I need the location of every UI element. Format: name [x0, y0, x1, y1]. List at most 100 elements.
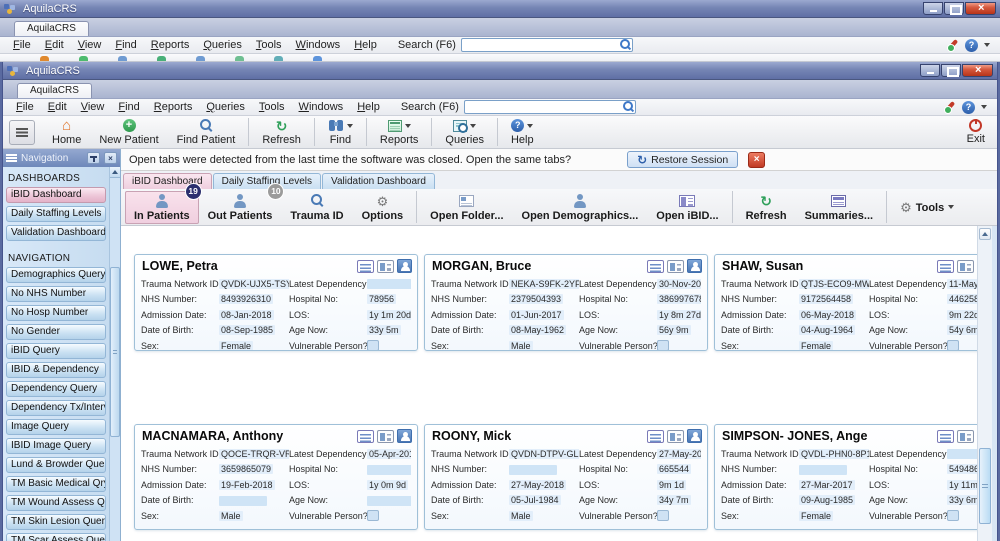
patient-photo-icon[interactable] [687, 259, 702, 273]
ribbon-button-summaries[interactable]: Summaries... [796, 191, 882, 224]
dropdown-caret-icon[interactable] [527, 124, 533, 128]
menu-item-tools[interactable]: Tools [252, 100, 292, 114]
ribbon-button-tools[interactable]: ⚙Tools [891, 195, 963, 220]
ribbon-button-options[interactable]: ⚙Options [353, 191, 413, 224]
ribbon-button-refresh[interactable]: ↻Refresh [737, 191, 796, 224]
chevron-down-icon[interactable] [984, 43, 990, 47]
sidebar-item-no-hosp-number[interactable]: No Hosp Number [6, 305, 106, 321]
details-icon[interactable] [937, 260, 954, 273]
exit-button[interactable]: Exit [961, 118, 991, 146]
toolbar-button-find-patient[interactable]: Find Patient [168, 117, 245, 147]
sidebar-item-demographics-query[interactable]: Demographics Query [6, 267, 106, 283]
menu-item-queries[interactable]: Queries [196, 38, 249, 52]
toolbar-button-new-patient[interactable]: +New Patient [90, 117, 167, 147]
tab-daily-staffing-levels[interactable]: Daily Staffing Levels [213, 173, 321, 189]
sidebar-item-ibid-query[interactable]: iBID Query [6, 343, 106, 359]
ribbon-button-trauma-id[interactable]: Trauma ID [281, 191, 352, 224]
vulnerable-person-checkbox[interactable] [657, 510, 669, 521]
toolbar-button-refresh[interactable]: ↻Refresh [253, 117, 310, 147]
search-icon[interactable] [620, 39, 631, 50]
ribbon-button-open-folder[interactable]: Open Folder... [421, 191, 512, 224]
menu-item-queries[interactable]: Queries [199, 100, 252, 114]
menu-item-file[interactable]: File [6, 38, 38, 52]
dropdown-caret-icon[interactable] [347, 124, 353, 128]
details-icon[interactable] [647, 260, 664, 273]
menu-item-edit[interactable]: Edit [41, 100, 74, 114]
menu-item-file[interactable]: File [9, 100, 41, 114]
toolbar-button-home[interactable]: ⌂Home [43, 117, 90, 147]
menu-item-windows[interactable]: Windows [289, 38, 348, 52]
chevron-down-icon[interactable] [981, 105, 987, 109]
sidebar-item-dependency-query[interactable]: Dependency Query [6, 381, 106, 397]
pointer-tool-icon[interactable] [946, 39, 959, 52]
menu-item-reports[interactable]: Reports [147, 100, 200, 114]
help-icon[interactable]: ? [962, 101, 975, 114]
vulnerable-person-checkbox[interactable] [367, 510, 379, 521]
close-button[interactable] [965, 2, 996, 15]
ribbon-button-open-demographics[interactable]: Open Demographics... [513, 191, 648, 224]
menu-item-help[interactable]: Help [350, 100, 387, 114]
pointer-tool-icon[interactable] [943, 101, 956, 114]
patient-photo-icon[interactable] [687, 429, 702, 443]
hamburger-icon[interactable] [6, 154, 17, 162]
sidebar-item-no-gender[interactable]: No Gender [6, 324, 106, 340]
close-button[interactable] [962, 64, 993, 77]
ribbon-button-out-patients[interactable]: Out Patients10 [199, 191, 282, 224]
ribbon-button-open-ibid[interactable]: Open iBID... [647, 191, 727, 224]
menu-item-view[interactable]: View [74, 100, 112, 114]
id-card-icon[interactable] [957, 430, 974, 443]
toolbar-button-reports[interactable]: Reports [371, 117, 428, 147]
sidebar-item-ibid-dashboard[interactable]: iBID Dashboard [6, 187, 106, 203]
sidebar-item-tm-scar-assess-query[interactable]: TM Scar Assess Query [6, 533, 106, 541]
menu-toggle-button[interactable] [9, 120, 35, 145]
dropdown-caret-icon[interactable] [405, 124, 411, 128]
scrollbar-thumb[interactable] [979, 448, 991, 524]
minimize-button[interactable] [923, 2, 943, 15]
search-input[interactable] [461, 38, 633, 52]
menu-item-view[interactable]: View [71, 38, 109, 52]
sidebar-item-ibid-image-query[interactable]: IBID Image Query [6, 438, 106, 454]
search-input[interactable] [464, 100, 636, 114]
menu-item-reports[interactable]: Reports [144, 38, 197, 52]
sidebar-item-tm-basic-medical-qry[interactable]: TM Basic Medical Qry [6, 476, 106, 492]
tab-validation-dashboard[interactable]: Validation Dashboard [322, 173, 435, 189]
menu-item-windows[interactable]: Windows [292, 100, 351, 114]
scrollbar-thumb[interactable] [110, 267, 120, 437]
help-icon[interactable]: ? [965, 39, 978, 52]
sidebar-item-lund-browder-query[interactable]: Lund & Browder Query [6, 457, 106, 473]
pin-icon[interactable] [87, 152, 100, 164]
maximize-button[interactable] [941, 64, 961, 77]
sidebar-scrollbar[interactable] [109, 167, 120, 541]
id-card-icon[interactable] [377, 260, 394, 273]
sidebar-item-ibid-dependency[interactable]: IBID & Dependency [6, 362, 106, 378]
close-icon[interactable]: × [104, 152, 117, 164]
sidebar-item-tm-wound-assess-qry[interactable]: TM Wound Assess Qry [6, 495, 106, 511]
dropdown-caret-icon[interactable] [470, 124, 476, 128]
menu-item-find[interactable]: Find [111, 100, 146, 114]
details-icon[interactable] [357, 430, 374, 443]
main-app-tab[interactable]: AquilaCRS [17, 83, 92, 98]
sidebar-item-dependency-tx-interventi[interactable]: Dependency Tx/Interventi [6, 400, 106, 416]
patient-photo-icon[interactable] [397, 259, 412, 273]
id-card-icon[interactable] [957, 260, 974, 273]
ribbon-button-in-patients[interactable]: In Patients19 [125, 191, 199, 224]
id-card-icon[interactable] [667, 260, 684, 273]
vulnerable-person-checkbox[interactable] [657, 340, 669, 351]
details-icon[interactable] [357, 260, 374, 273]
dismiss-notification-button[interactable]: × [748, 152, 765, 168]
patient-photo-icon[interactable] [397, 429, 412, 443]
sidebar-item-image-query[interactable]: Image Query [6, 419, 106, 435]
menu-item-tools[interactable]: Tools [249, 38, 289, 52]
sidebar-item-validation-dashboard[interactable]: Validation Dashboard [6, 225, 106, 241]
sidebar-item-daily-staffing-levels[interactable]: Daily Staffing Levels [6, 206, 106, 222]
sidebar-item-no-nhs-number[interactable]: No NHS Number [6, 286, 106, 302]
details-icon[interactable] [937, 430, 954, 443]
restore-session-button[interactable]: ↻ Restore Session [627, 151, 738, 168]
maximize-button[interactable] [944, 2, 964, 15]
details-icon[interactable] [647, 430, 664, 443]
scroll-up-icon[interactable] [110, 167, 120, 178]
minimize-button[interactable] [920, 64, 940, 77]
vulnerable-person-checkbox[interactable] [367, 340, 379, 351]
menu-item-help[interactable]: Help [347, 38, 384, 52]
search-icon[interactable] [623, 101, 634, 112]
